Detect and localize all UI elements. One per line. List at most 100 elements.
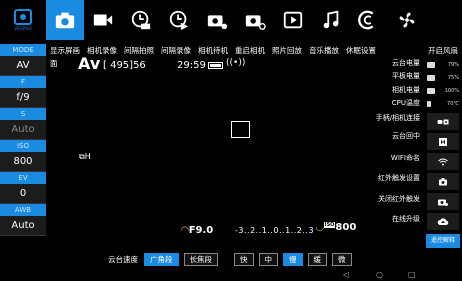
gimbal-battery-label: 云台电量	[392, 59, 420, 67]
gimbal-battery-value: 79%	[447, 61, 459, 68]
speed-slow-button[interactable]: 慢	[283, 252, 303, 266]
timelapse-icon[interactable]	[122, 0, 160, 40]
tablet-battery-icon	[427, 74, 435, 81]
camera-settings-panel: MODE AV F f/9 S Auto ISO 800 EV 0 AWB Au…	[0, 44, 46, 250]
gimbal-recenter-label[interactable]: 云台回中	[344, 131, 420, 141]
cpu-temp-status: 70℃	[424, 97, 462, 110]
wifi-rename-button[interactable]	[427, 153, 459, 170]
gimbal-battery-status: 79%	[424, 58, 462, 71]
fan-on-toggle[interactable]: 开启风扇	[424, 44, 462, 58]
wireless-signal-icon: ((•))	[226, 58, 246, 68]
infrared-icon[interactable]	[350, 0, 388, 40]
gimbal-recenter-button[interactable]	[427, 133, 459, 150]
ir-trigger-off-button[interactable]	[427, 193, 459, 210]
drive-mode-label: H	[84, 152, 91, 161]
menu-photo-playback[interactable]: 照片回放	[272, 44, 302, 58]
camera-restart-icon[interactable]	[236, 0, 274, 40]
menu-music-play[interactable]: 音乐播放	[309, 44, 339, 58]
recent-apps-nav-icon[interactable]: □	[408, 270, 416, 279]
tablet-battery-label: 平板电量	[392, 72, 420, 80]
ir-trigger-settings-label[interactable]: 红外触发设置	[344, 173, 420, 183]
playback-icon[interactable]	[274, 0, 312, 40]
focus-frame[interactable]	[231, 121, 250, 138]
tablet-battery-value: 75%	[447, 74, 459, 81]
function-menu: 显示屏画 相机录像 间隔拍照 间隔录像 相机待机 重启相机 照片回放 音乐播放 …	[50, 44, 420, 58]
cpu-temp-value: 70℃	[447, 100, 459, 107]
shooting-mode: Av	[78, 54, 101, 73]
cpu-temp-label: CPU温度	[391, 99, 420, 107]
shutter-label: S	[0, 108, 46, 120]
menu-interval-record[interactable]: 间隔录像	[161, 44, 191, 58]
wifi-rename-label[interactable]: WIFI命名	[344, 153, 420, 163]
ir-off-icon	[438, 199, 448, 206]
fan-icon[interactable]	[388, 0, 426, 40]
long-exposure-icon[interactable]	[160, 0, 198, 40]
online-upgrade-label[interactable]: 在线升级	[344, 214, 420, 224]
mode-value[interactable]: AV	[0, 56, 46, 76]
logo-mark	[14, 9, 32, 25]
drive-mode-icon: ⧉H	[79, 152, 91, 161]
iso-tag: ISO	[323, 222, 336, 228]
camera-battery-label: 相机电量	[392, 86, 420, 94]
top-toolbar: VRSPRO	[0, 0, 462, 40]
menu-interval-photo[interactable]: 间隔拍照	[124, 44, 154, 58]
video-icon[interactable]	[84, 0, 122, 40]
menu-display-screen[interactable]: 显示屏画	[50, 44, 80, 58]
wifi-icon	[438, 158, 448, 165]
menu-camera-standby[interactable]: 相机待机	[198, 44, 228, 58]
iso-value[interactable]: 800	[0, 152, 46, 172]
speed-fast-button[interactable]: 快	[234, 252, 254, 266]
speed-medium-button[interactable]: 中	[258, 252, 278, 266]
tablet-battery-status: 75%	[424, 71, 462, 84]
menu-restart-camera[interactable]: 重启相机	[235, 44, 265, 58]
shots-remaining: [ 495]56	[103, 60, 146, 71]
shutter-value[interactable]: Auto	[0, 120, 46, 140]
system-nav-bar: ◁ ○ □	[0, 268, 462, 281]
speed-micro-button[interactable]: 微	[332, 252, 352, 266]
music-icon[interactable]	[312, 0, 350, 40]
iso-label: ISO	[0, 140, 46, 152]
ir-trigger-off-label[interactable]: 关闭红外触发	[344, 194, 420, 204]
gimbal-speed-bar: 云台速度 广角段 长焦段 快 中 慢 缓 微	[0, 250, 462, 268]
handle-camera-connect-button[interactable]	[427, 113, 459, 130]
gamepad-camera-icon	[437, 119, 449, 124]
camera-battery-icon	[208, 62, 223, 69]
camera-battery-value: 100%	[444, 87, 459, 94]
awb-label: AWB	[0, 204, 46, 216]
app-logo: VRSPRO	[0, 0, 46, 40]
exposure-scale: -3..2..1..0..1..2..3	[235, 226, 315, 235]
awb-value[interactable]: Auto	[0, 216, 46, 236]
thermometer-icon	[427, 100, 431, 107]
recenter-icon	[439, 137, 447, 146]
online-upgrade-button[interactable]	[427, 213, 459, 230]
ev-label: EV	[0, 172, 46, 184]
wide-angle-button[interactable]: 广角段	[144, 252, 179, 266]
ir-trigger-settings-button[interactable]	[427, 173, 459, 190]
camera-battery-status-icon	[427, 87, 435, 94]
mode-label: MODE	[0, 44, 46, 56]
gimbal-battery-icon	[427, 61, 435, 68]
back-nav-icon[interactable]: ◁	[343, 270, 349, 279]
camera-standby-icon[interactable]	[198, 0, 236, 40]
handle-camera-connect-label[interactable]: 手柄/相机连接	[344, 113, 420, 123]
gimbal-speed-label: 云台速度	[108, 254, 138, 264]
speed-gentle-button[interactable]: 缓	[307, 252, 327, 266]
right-control-panel: 开启风扇 79% 75% 100% 70℃ 遥控解释	[424, 44, 462, 250]
iso-arc-icon: ◡	[316, 222, 324, 233]
menu-sleep-settings[interactable]: 休眠设置	[346, 44, 376, 58]
camera-battery-status: 100%	[424, 84, 462, 97]
camera-icon[interactable]	[46, 0, 84, 40]
ev-value[interactable]: 0	[0, 184, 46, 204]
aperture-value[interactable]: f/9	[0, 88, 46, 108]
cloud-upload-icon	[437, 217, 449, 225]
telephoto-button[interactable]: 长焦段	[183, 252, 218, 266]
aperture-arc-icon: ◠	[181, 225, 189, 236]
remote-unlock-button[interactable]: 遥控解释	[426, 234, 460, 248]
record-timer: 29:59	[177, 60, 206, 71]
fnumber-readout: ◠F9.0	[181, 225, 213, 236]
ir-camera-icon	[439, 177, 447, 185]
home-nav-icon[interactable]: ○	[376, 270, 383, 279]
aperture-label: F	[0, 76, 46, 88]
fnumber-value: F9.0	[188, 225, 214, 236]
logo-text: VRSPRO	[14, 26, 32, 31]
